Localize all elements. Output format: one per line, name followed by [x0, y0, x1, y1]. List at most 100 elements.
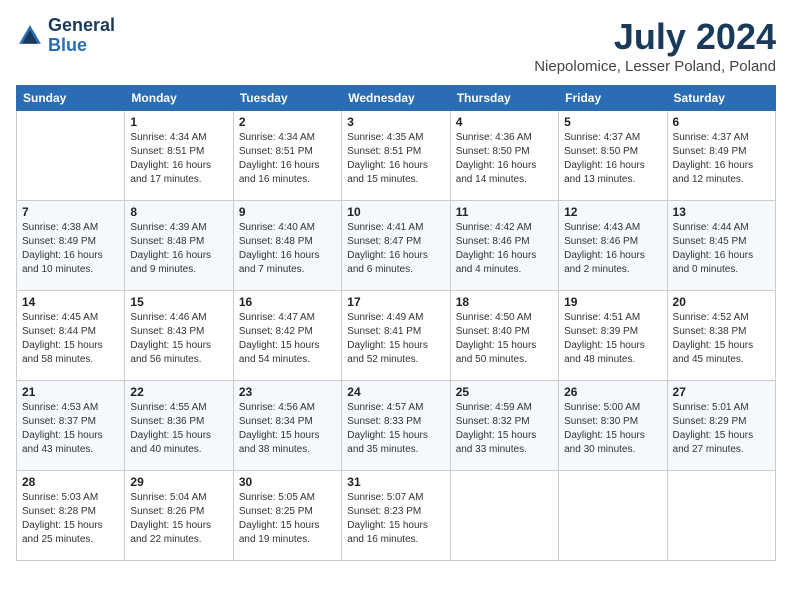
day-number: 22	[130, 385, 227, 399]
day-info: Sunrise: 4:49 AMSunset: 8:41 PMDaylight:…	[347, 311, 444, 367]
day-number: 20	[673, 295, 770, 309]
calendar-cell: 13 Sunrise: 4:44 AMSunset: 8:45 PMDayligh…	[667, 201, 775, 291]
calendar-cell: 21Sunrise: 4:53 AMSunset: 8:37 PMDayligh…	[17, 381, 125, 471]
day-number: 8	[130, 205, 227, 219]
day-number: 30	[239, 475, 336, 489]
day-number: 26	[564, 385, 661, 399]
calendar-cell: 28 Sunrise: 5:03 AMSunset: 8:28 PMDayligh…	[17, 471, 125, 561]
calendar-cell: 31 Sunrise: 5:07 AMSunset: 8:23 PMDayligh…	[342, 471, 450, 561]
day-info: Sunrise: 4:44 AMSunset: 8:45 PMDaylight:…	[673, 221, 770, 277]
day-info: Sunrise: 5:04 AMSunset: 8:26 PMDaylight:…	[130, 491, 227, 547]
day-number: 13	[673, 205, 770, 219]
day-info: Sunrise: 4:52 AMSunset: 8:38 PMDaylight:…	[673, 311, 770, 367]
column-header-thursday: Thursday	[450, 86, 558, 111]
day-number: 5	[564, 115, 661, 129]
calendar-cell: 24 Sunrise: 4:57 AMSunset: 8:33 PMDayligh…	[342, 381, 450, 471]
calendar-cell: 23Sunrise: 4:56 AMSunset: 8:34 PMDayligh…	[233, 381, 341, 471]
day-number: 27	[673, 385, 770, 399]
day-info: Sunrise: 4:38 AMSunset: 8:49 PMDaylight:…	[22, 221, 119, 277]
calendar-cell: 2 Sunrise: 4:34 AMSunset: 8:51 PMDaylight…	[233, 111, 341, 201]
calendar-week-4: 21Sunrise: 4:53 AMSunset: 8:37 PMDayligh…	[17, 381, 776, 471]
day-number: 17	[347, 295, 444, 309]
calendar-cell	[559, 471, 667, 561]
calendar-cell: 17 Sunrise: 4:49 AMSunset: 8:41 PMDayligh…	[342, 291, 450, 381]
column-header-friday: Friday	[559, 86, 667, 111]
day-info: Sunrise: 4:46 AMSunset: 8:43 PMDaylight:…	[130, 311, 227, 367]
day-number: 10	[347, 205, 444, 219]
calendar-header-row: SundayMondayTuesdayWednesdayThursdayFrid…	[17, 86, 776, 111]
calendar-cell: 6 Sunrise: 4:37 AMSunset: 8:49 PMDaylight…	[667, 111, 775, 201]
day-info: Sunrise: 4:35 AMSunset: 8:51 PMDaylight:…	[347, 131, 444, 187]
day-info: Sunrise: 4:39 AMSunset: 8:48 PMDaylight:…	[130, 221, 227, 277]
day-number: 9	[239, 205, 336, 219]
day-number: 23	[239, 385, 336, 399]
calendar-cell: 26 Sunrise: 5:00 AMSunset: 8:30 PMDayligh…	[559, 381, 667, 471]
day-number: 1	[130, 115, 227, 129]
calendar-cell: 30 Sunrise: 5:05 AMSunset: 8:25 PMDayligh…	[233, 471, 341, 561]
calendar-cell	[450, 471, 558, 561]
day-info: Sunrise: 4:43 AMSunset: 8:46 PMDaylight:…	[564, 221, 661, 277]
day-number: 24	[347, 385, 444, 399]
calendar-cell: 9 Sunrise: 4:40 AMSunset: 8:48 PMDaylight…	[233, 201, 341, 291]
day-number: 3	[347, 115, 444, 129]
day-number: 6	[673, 115, 770, 129]
day-number: 16	[239, 295, 336, 309]
day-info: Sunrise: 4:40 AMSunset: 8:48 PMDaylight:…	[239, 221, 336, 277]
calendar-cell: 7Sunrise: 4:38 AMSunset: 8:49 PMDaylight…	[17, 201, 125, 291]
calendar-cell: 22Sunrise: 4:55 AMSunset: 8:36 PMDayligh…	[125, 381, 233, 471]
month-title: July 2024	[534, 16, 776, 58]
title-area: July 2024 Niepolomice, Lesser Poland, Po…	[534, 16, 776, 75]
day-number: 31	[347, 475, 444, 489]
calendar-cell: 29 Sunrise: 5:04 AMSunset: 8:26 PMDayligh…	[125, 471, 233, 561]
day-info: Sunrise: 4:37 AMSunset: 8:49 PMDaylight:…	[673, 131, 770, 187]
calendar-cell: 1 Sunrise: 4:34 AMSunset: 8:51 PMDaylight…	[125, 111, 233, 201]
column-header-wednesday: Wednesday	[342, 86, 450, 111]
day-info: Sunrise: 4:34 AMSunset: 8:51 PMDaylight:…	[130, 131, 227, 187]
day-info: Sunrise: 4:34 AMSunset: 8:51 PMDaylight:…	[239, 131, 336, 187]
day-info: Sunrise: 4:36 AMSunset: 8:50 PMDaylight:…	[456, 131, 553, 187]
calendar-cell: 5 Sunrise: 4:37 AMSunset: 8:50 PMDaylight…	[559, 111, 667, 201]
day-info: Sunrise: 4:47 AMSunset: 8:42 PMDaylight:…	[239, 311, 336, 367]
day-number: 14	[22, 295, 119, 309]
column-header-tuesday: Tuesday	[233, 86, 341, 111]
calendar-week-1: 1 Sunrise: 4:34 AMSunset: 8:51 PMDaylight…	[17, 111, 776, 201]
day-info: Sunrise: 4:57 AMSunset: 8:33 PMDaylight:…	[347, 401, 444, 457]
day-number: 28	[22, 475, 119, 489]
calendar-cell	[17, 111, 125, 201]
calendar-week-2: 7Sunrise: 4:38 AMSunset: 8:49 PMDaylight…	[17, 201, 776, 291]
day-number: 18	[456, 295, 553, 309]
day-number: 29	[130, 475, 227, 489]
logo: General Blue	[16, 16, 115, 56]
day-info: Sunrise: 5:03 AMSunset: 8:28 PMDaylight:…	[22, 491, 119, 547]
day-info: Sunrise: 4:41 AMSunset: 8:47 PMDaylight:…	[347, 221, 444, 277]
day-number: 15	[130, 295, 227, 309]
calendar-table: SundayMondayTuesdayWednesdayThursdayFrid…	[16, 85, 776, 561]
calendar-week-3: 14 Sunrise: 4:45 AMSunset: 8:44 PMDayligh…	[17, 291, 776, 381]
day-info: Sunrise: 4:37 AMSunset: 8:50 PMDaylight:…	[564, 131, 661, 187]
logo-text: General Blue	[48, 16, 115, 56]
calendar-cell: 8 Sunrise: 4:39 AMSunset: 8:48 PMDaylight…	[125, 201, 233, 291]
day-number: 21	[22, 385, 119, 399]
column-header-monday: Monday	[125, 86, 233, 111]
day-info: Sunrise: 5:05 AMSunset: 8:25 PMDaylight:…	[239, 491, 336, 547]
day-info: Sunrise: 5:00 AMSunset: 8:30 PMDaylight:…	[564, 401, 661, 457]
day-number: 4	[456, 115, 553, 129]
calendar-cell: 11Sunrise: 4:42 AMSunset: 8:46 PMDayligh…	[450, 201, 558, 291]
page-header: General Blue July 2024 Niepolomice, Less…	[16, 16, 776, 75]
day-info: Sunrise: 4:59 AMSunset: 8:32 PMDaylight:…	[456, 401, 553, 457]
calendar-cell: 20 Sunrise: 4:52 AMSunset: 8:38 PMDayligh…	[667, 291, 775, 381]
day-info: Sunrise: 4:45 AMSunset: 8:44 PMDaylight:…	[22, 311, 119, 367]
day-info: Sunrise: 4:51 AMSunset: 8:39 PMDaylight:…	[564, 311, 661, 367]
calendar-cell: 18Sunrise: 4:50 AMSunset: 8:40 PMDayligh…	[450, 291, 558, 381]
calendar-cell: 15 Sunrise: 4:46 AMSunset: 8:43 PMDayligh…	[125, 291, 233, 381]
location-title: Niepolomice, Lesser Poland, Poland	[534, 58, 776, 75]
calendar-cell: 14 Sunrise: 4:45 AMSunset: 8:44 PMDayligh…	[17, 291, 125, 381]
day-info: Sunrise: 5:07 AMSunset: 8:23 PMDaylight:…	[347, 491, 444, 547]
day-number: 2	[239, 115, 336, 129]
calendar-cell: 25Sunrise: 4:59 AMSunset: 8:32 PMDayligh…	[450, 381, 558, 471]
calendar-cell: 12Sunrise: 4:43 AMSunset: 8:46 PMDayligh…	[559, 201, 667, 291]
calendar-cell	[667, 471, 775, 561]
calendar-cell: 4 Sunrise: 4:36 AMSunset: 8:50 PMDaylight…	[450, 111, 558, 201]
day-info: Sunrise: 5:01 AMSunset: 8:29 PMDaylight:…	[673, 401, 770, 457]
calendar-cell: 10 Sunrise: 4:41 AMSunset: 8:47 PMDayligh…	[342, 201, 450, 291]
